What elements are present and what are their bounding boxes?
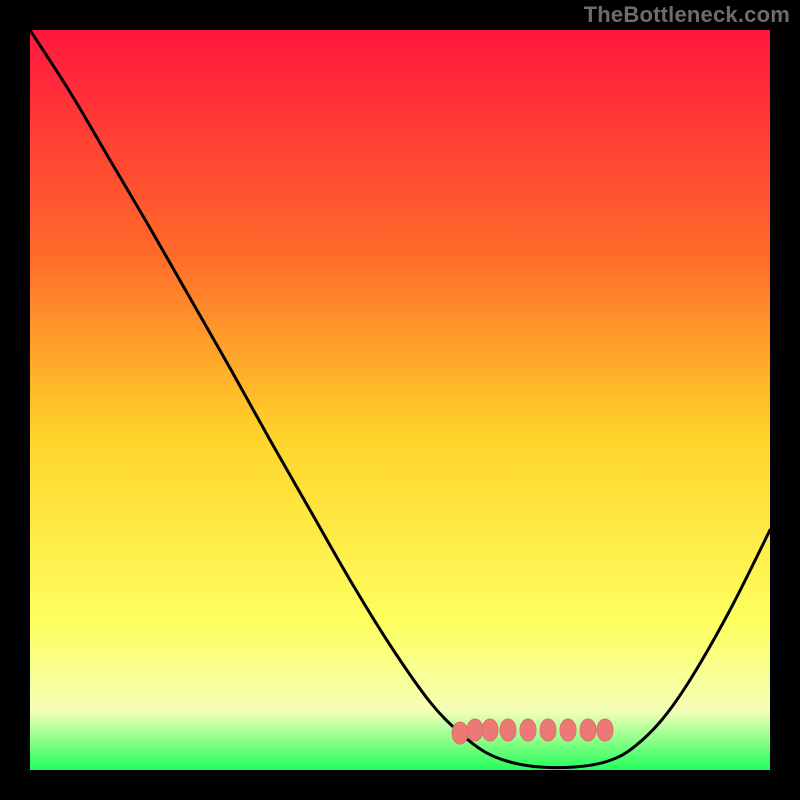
optimal-marker (597, 719, 613, 741)
optimal-marker (520, 719, 536, 741)
optimal-marker (467, 719, 483, 741)
watermark-text: TheBottleneck.com (584, 2, 790, 28)
chart-frame: TheBottleneck.com (0, 0, 800, 800)
plot-area (30, 30, 770, 770)
optimal-marker (500, 719, 516, 741)
chart-svg (30, 30, 770, 770)
optimal-marker (540, 719, 556, 741)
optimal-marker (452, 722, 468, 744)
optimal-marker (560, 719, 576, 741)
optimal-marker (482, 719, 498, 741)
optimal-marker (580, 719, 596, 741)
